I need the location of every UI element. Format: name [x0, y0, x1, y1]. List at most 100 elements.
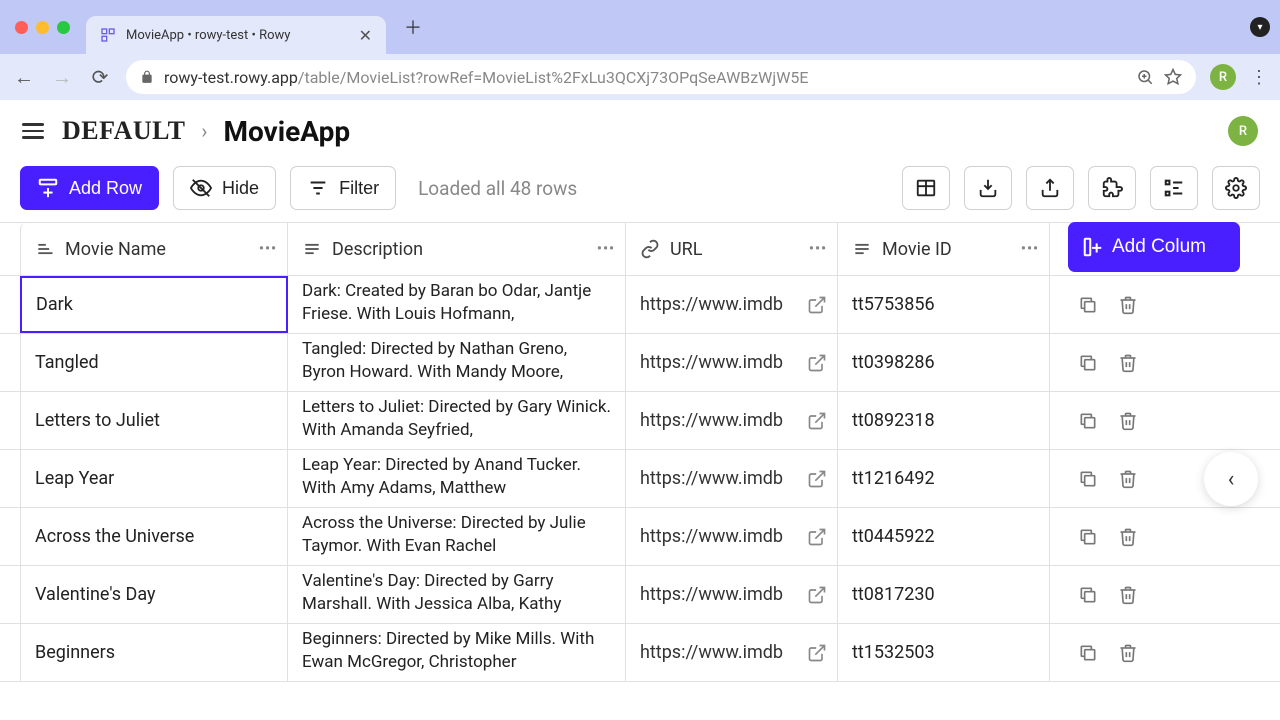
bookmark-icon[interactable]	[1164, 68, 1182, 86]
cell-url[interactable]: https://www.imdb	[626, 392, 838, 449]
table-row[interactable]: Across the UniverseAcross the Universe: …	[0, 508, 1280, 566]
breadcrumb-parent[interactable]: DEFAULT	[62, 116, 185, 146]
cell-movie-name[interactable]: Beginners	[20, 624, 288, 681]
add-column-button[interactable]: Add Colum	[1068, 222, 1240, 272]
puzzle-icon	[1101, 177, 1123, 199]
row-height-button[interactable]	[902, 166, 950, 210]
address-field[interactable]: rowy-test.rowy.app/table/MovieList?rowRe…	[126, 60, 1196, 94]
menu-icon[interactable]	[22, 123, 44, 139]
reload-button[interactable]: ⟳	[88, 65, 112, 89]
cell-description[interactable]: Leap Year: Directed by Anand Tucker. Wit…	[288, 450, 626, 507]
duplicate-row-icon[interactable]	[1078, 295, 1098, 315]
duplicate-row-icon[interactable]	[1078, 353, 1098, 373]
table-row[interactable]: DarkDark: Created by Baran bo Odar, Jant…	[0, 276, 1280, 334]
gear-icon	[1225, 177, 1247, 199]
column-menu-icon[interactable]: •••	[259, 241, 277, 257]
cell-movie-id[interactable]: tt1216492	[838, 450, 1050, 507]
column-menu-icon[interactable]: •••	[809, 241, 827, 257]
open-link-icon[interactable]	[807, 469, 827, 489]
cell-movie-name[interactable]: Leap Year	[20, 450, 288, 507]
extensions-button[interactable]	[1088, 166, 1136, 210]
browser-tab[interactable]: MovieApp • rowy-test • Rowy ✕	[86, 16, 386, 54]
cell-movie-name[interactable]: Dark	[20, 276, 288, 333]
table-row[interactable]: Leap YearLeap Year: Directed by Anand Tu…	[0, 450, 1280, 508]
cell-movie-id[interactable]: tt0398286	[838, 334, 1050, 391]
close-tab-icon[interactable]: ✕	[359, 26, 372, 45]
browser-menu-icon[interactable]: ⋮	[1250, 67, 1268, 88]
cell-url[interactable]: https://www.imdb	[626, 334, 838, 391]
export-button[interactable]	[1026, 166, 1074, 210]
column-menu-icon[interactable]: •••	[597, 241, 615, 257]
add-row-button[interactable]: Add Row	[20, 166, 159, 210]
cell-actions	[1050, 508, 1232, 565]
table-row[interactable]: BeginnersBeginners: Directed by Mike Mil…	[0, 624, 1280, 682]
open-link-icon[interactable]	[807, 295, 827, 315]
cell-description[interactable]: Across the Universe: Directed by Julie T…	[288, 508, 626, 565]
cell-movie-name[interactable]: Valentine's Day	[20, 566, 288, 623]
chevron-right-icon: ›	[201, 119, 207, 143]
maximize-window-icon[interactable]	[57, 21, 70, 34]
open-link-icon[interactable]	[807, 411, 827, 431]
cell-movie-name[interactable]: Across the Universe	[20, 508, 288, 565]
duplicate-row-icon[interactable]	[1078, 643, 1098, 663]
cell-movie-name[interactable]: Letters to Juliet	[20, 392, 288, 449]
column-header-description[interactable]: Description •••	[288, 223, 626, 275]
import-button[interactable]	[964, 166, 1012, 210]
open-link-icon[interactable]	[807, 643, 827, 663]
delete-row-icon[interactable]	[1118, 469, 1138, 489]
profile-avatar[interactable]: R	[1210, 64, 1236, 90]
cell-movie-id[interactable]: tt0445922	[838, 508, 1050, 565]
webhooks-button[interactable]	[1150, 166, 1198, 210]
cell-movie-id[interactable]: tt0892318	[838, 392, 1050, 449]
settings-button[interactable]	[1212, 166, 1260, 210]
cell-description[interactable]: Valentine's Day: Directed by Garry Marsh…	[288, 566, 626, 623]
open-link-icon[interactable]	[807, 527, 827, 547]
cell-movie-id[interactable]: tt5753856	[838, 276, 1050, 333]
table-row[interactable]: TangledTangled: Directed by Nathan Greno…	[0, 334, 1280, 392]
duplicate-row-icon[interactable]	[1078, 469, 1098, 489]
hide-button[interactable]: Hide	[173, 166, 276, 210]
close-window-icon[interactable]	[15, 21, 28, 34]
duplicate-row-icon[interactable]	[1078, 527, 1098, 547]
table-row[interactable]: Valentine's DayValentine's Day: Directed…	[0, 566, 1280, 624]
back-button[interactable]: ←	[12, 65, 36, 90]
page-title: MovieApp	[223, 115, 350, 148]
filter-button[interactable]: Filter	[290, 166, 396, 210]
delete-row-icon[interactable]	[1118, 353, 1138, 373]
tab-overflow-icon[interactable]: ▾	[1250, 17, 1270, 37]
export-icon	[1039, 177, 1061, 199]
cell-description[interactable]: Dark: Created by Baran bo Odar, Jantje F…	[288, 276, 626, 333]
delete-row-icon[interactable]	[1118, 527, 1138, 547]
cell-description[interactable]: Beginners: Directed by Mike Mills. With …	[288, 624, 626, 681]
cell-url[interactable]: https://www.imdb	[626, 450, 838, 507]
column-label: Movie Name	[65, 239, 166, 260]
column-header-movie-name[interactable]: Movie Name •••	[20, 223, 288, 275]
cell-movie-name[interactable]: Tangled	[20, 334, 288, 391]
column-menu-icon[interactable]: •••	[1021, 241, 1039, 257]
cell-url[interactable]: https://www.imdb	[626, 508, 838, 565]
cell-description[interactable]: Letters to Juliet: Directed by Gary Wini…	[288, 392, 626, 449]
cell-url[interactable]: https://www.imdb	[626, 624, 838, 681]
cell-movie-id[interactable]: tt1532503	[838, 624, 1050, 681]
duplicate-row-icon[interactable]	[1078, 411, 1098, 431]
minimize-window-icon[interactable]	[36, 21, 49, 34]
delete-row-icon[interactable]	[1118, 295, 1138, 315]
cell-url[interactable]: https://www.imdb	[626, 276, 838, 333]
column-header-movie-id[interactable]: Movie ID •••	[838, 223, 1050, 275]
column-header-url[interactable]: URL •••	[626, 223, 838, 275]
open-link-icon[interactable]	[807, 585, 827, 605]
table-row[interactable]: Letters to JulietLetters to Juliet: Dire…	[0, 392, 1280, 450]
delete-row-icon[interactable]	[1118, 411, 1138, 431]
duplicate-row-icon[interactable]	[1078, 585, 1098, 605]
zoom-icon[interactable]	[1136, 68, 1154, 86]
open-link-icon[interactable]	[807, 353, 827, 373]
add-column-icon	[1082, 236, 1104, 258]
user-avatar[interactable]: R	[1228, 116, 1258, 146]
new-tab-button[interactable]: ＋	[404, 14, 422, 40]
collapse-panel-button[interactable]: ‹	[1204, 452, 1258, 506]
cell-movie-id[interactable]: tt0817230	[838, 566, 1050, 623]
delete-row-icon[interactable]	[1118, 643, 1138, 663]
cell-description[interactable]: Tangled: Directed by Nathan Greno, Byron…	[288, 334, 626, 391]
cell-url[interactable]: https://www.imdb	[626, 566, 838, 623]
delete-row-icon[interactable]	[1118, 585, 1138, 605]
